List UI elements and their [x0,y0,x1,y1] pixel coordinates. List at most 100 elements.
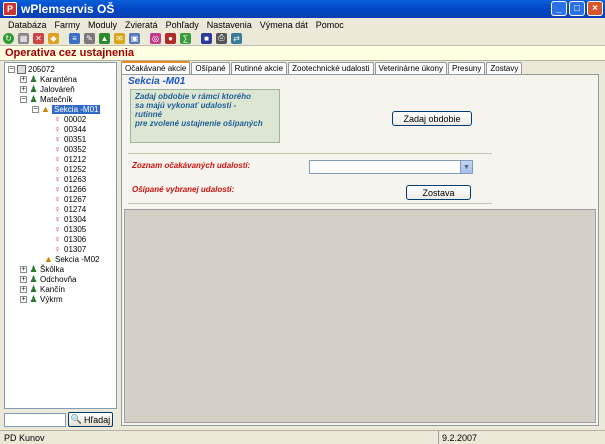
pig-icon: ♀ [54,244,61,254]
expand-icon[interactable]: + [20,275,27,283]
tree-item-selected[interactable]: − ▲ Sekcia -M01 [5,104,116,114]
menu-databaza[interactable]: Databáza [4,20,51,30]
grid-icon[interactable]: ▦ [18,32,29,44]
set-period-button[interactable]: Zadaj obdobie [392,111,472,126]
menu-zvierata[interactable]: Zvieratá [121,20,162,30]
tree-animal-item[interactable]: ♀ 01266 [5,184,116,194]
pig-icon: ♀ [54,144,61,154]
diamond-icon[interactable]: ◆ [48,32,59,44]
tree-root[interactable]: − 205072 [5,64,116,74]
window-icon[interactable]: ▣ [129,32,140,44]
pig-icon: ♀ [54,164,61,174]
delete-icon[interactable]: ✕ [33,32,44,44]
chart-icon[interactable]: ▲ [99,32,110,44]
tree-animal-item[interactable]: ♀ 01306 [5,234,116,244]
stats-icon[interactable]: ∑ [180,32,191,44]
tree-item[interactable]: + ♟ Odchovňa [5,274,116,284]
section-icon: ▲ [41,104,50,114]
menu-nastavenia[interactable]: Nastavenia [203,20,256,30]
tab-pigs[interactable]: Ošípané [191,62,230,74]
tab-zootechnical-events[interactable]: Zootechnické udalosti [288,62,374,74]
expand-icon[interactable]: + [20,75,27,83]
filter-icon[interactable]: ◎ [150,32,161,44]
expand-icon[interactable]: + [20,295,27,303]
window-controls: _ □ × [551,1,603,16]
tree-animal-item[interactable]: ♀ 01274 [5,204,116,214]
tree-animal-item[interactable]: ♀ 01252 [5,164,116,174]
refresh-icon[interactable]: ↻ [3,32,14,44]
tree-animal-item[interactable]: ♀ 00002 [5,114,116,124]
tree-item[interactable]: + ♟ Kančín [5,284,116,294]
events-select[interactable]: ▼ [309,160,473,174]
list-icon[interactable]: ≡ [69,32,80,44]
report-button[interactable]: Zostava [406,185,471,200]
tree-animal-item[interactable]: ♀ 01305 [5,224,116,234]
save-icon[interactable]: ■ [201,32,212,44]
title-bar: P wPlemservis OŠ _ □ × [0,0,605,18]
menu-pohlady[interactable]: Pohľady [162,20,203,30]
pig-icon[interactable]: ● [165,32,176,44]
close-button[interactable]: × [587,1,603,16]
expand-icon[interactable]: + [20,285,27,293]
pig-icon: ♀ [54,114,61,124]
tree-animal-item[interactable]: ♀ 01212 [5,154,116,164]
tree-animal-item[interactable]: ♀ 01304 [5,214,116,224]
section-title: Sekcia -M01 [128,76,186,87]
pig-icon: ♀ [54,214,61,224]
tree-item[interactable]: + ♟ Jalováreň [5,84,116,94]
tree-item[interactable]: + ♟ Výkrm [5,294,116,304]
results-grid[interactable] [124,209,596,423]
tab-expected-actions[interactable]: Očakávané akcie [121,61,191,74]
tree-animal-item[interactable]: ♀ 00344 [5,124,116,134]
group-icon: ♟ [29,283,38,294]
stable-tree[interactable]: − 205072 + ♟ Karanténa + ♟ Jalováreň − ♟… [4,62,117,409]
maximize-button[interactable]: □ [569,1,585,16]
tree-item[interactable]: + ♟ Karanténa [5,74,116,84]
chevron-down-icon[interactable]: ▼ [460,161,472,173]
menu-moduly[interactable]: Moduly [84,20,121,30]
collapse-icon[interactable]: − [32,105,39,113]
minimize-button[interactable]: _ [551,1,567,16]
toolbar: ↻ ▦ ✕ ◆ ≡ ✎ ▲ ✉ ▣ ◎ ● ∑ ■ ⎙ ⇄ [0,31,605,46]
tab-panel: Sekcia -M01 Zadaj obdobie v rámci ktoréh… [121,74,599,426]
pig-icon: ♀ [54,124,61,134]
tree-animal-item[interactable]: ♀ 01263 [5,174,116,184]
tab-reports[interactable]: Zostavy [486,62,523,74]
info-box: Zadaj obdobie v rámci ktorého sa majú vy… [130,89,280,143]
divider [128,203,492,204]
search-input[interactable] [4,413,66,427]
collapse-icon[interactable]: − [8,65,15,73]
app-icon: P [3,2,17,16]
tree-item[interactable]: − ♟ Matečník [5,94,116,104]
tree-animal-item[interactable]: ♀ 00352 [5,144,116,154]
expand-icon[interactable]: + [20,85,27,93]
pig-icon: ♀ [54,224,61,234]
tree-animal-item[interactable]: ♀ 00351 [5,134,116,144]
search-button[interactable]: 🔍 Hľadaj [68,412,113,427]
edit-icon[interactable]: ✎ [84,32,95,44]
expand-icon[interactable]: + [20,265,27,273]
tab-routine-actions[interactable]: Rutinné akcie [230,62,288,74]
group-icon: ♟ [29,293,38,304]
print-icon[interactable]: ⎙ [216,32,227,44]
tree-item[interactable]: + ♟ Škôlka [5,264,116,274]
menu-pomoc[interactable]: Pomoc [312,20,348,30]
menu-vymena-dat[interactable]: Výmena dát [256,20,312,30]
menu-farmy[interactable]: Farmy [51,20,85,30]
tree-item[interactable]: ▲ Sekcia -M02 [5,254,116,264]
section-icon: ▲ [44,254,53,264]
pig-icon: ♀ [54,134,61,144]
tab-veterinary[interactable]: Veterinárne úkony [374,62,447,74]
pigs-label: Ošípané vybranej udalosti: [132,185,235,194]
pig-icon: ♀ [54,234,61,244]
tree-animal-item[interactable]: ♀ 01267 [5,194,116,204]
group-icon: ♟ [29,263,38,274]
tab-transfers[interactable]: Presuny [448,62,486,74]
pig-icon: ♀ [54,184,61,194]
export-icon[interactable]: ⇄ [231,32,242,44]
group-icon: ♟ [29,273,38,284]
tree-animal-item[interactable]: ♀ 01307 [5,244,116,254]
note-icon[interactable]: ✉ [114,32,125,44]
pig-icon: ♀ [54,154,61,164]
collapse-icon[interactable]: − [20,95,27,103]
